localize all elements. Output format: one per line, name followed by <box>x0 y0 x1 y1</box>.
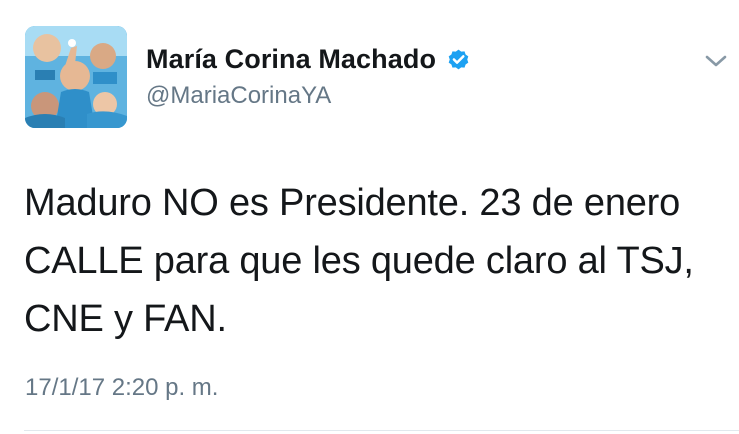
author-display-name[interactable]: María Corina Machado <box>146 44 436 75</box>
chevron-down-icon[interactable] <box>704 52 728 70</box>
author-name-row[interactable]: María Corina Machado <box>146 44 471 75</box>
divider <box>24 430 739 431</box>
avatar-image <box>25 26 127 128</box>
author-handle[interactable]: @MariaCorinaYA <box>146 82 331 110</box>
tweet-card: María Corina Machado @MariaCorinaYA Madu… <box>0 0 739 434</box>
avatar[interactable] <box>25 26 127 128</box>
verified-badge-icon <box>448 49 469 70</box>
tweet-timestamp[interactable]: 17/1/17 2:20 p. m. <box>25 374 218 402</box>
tweet-text: Maduro NO es Presidente. 23 de enero CAL… <box>24 182 694 340</box>
